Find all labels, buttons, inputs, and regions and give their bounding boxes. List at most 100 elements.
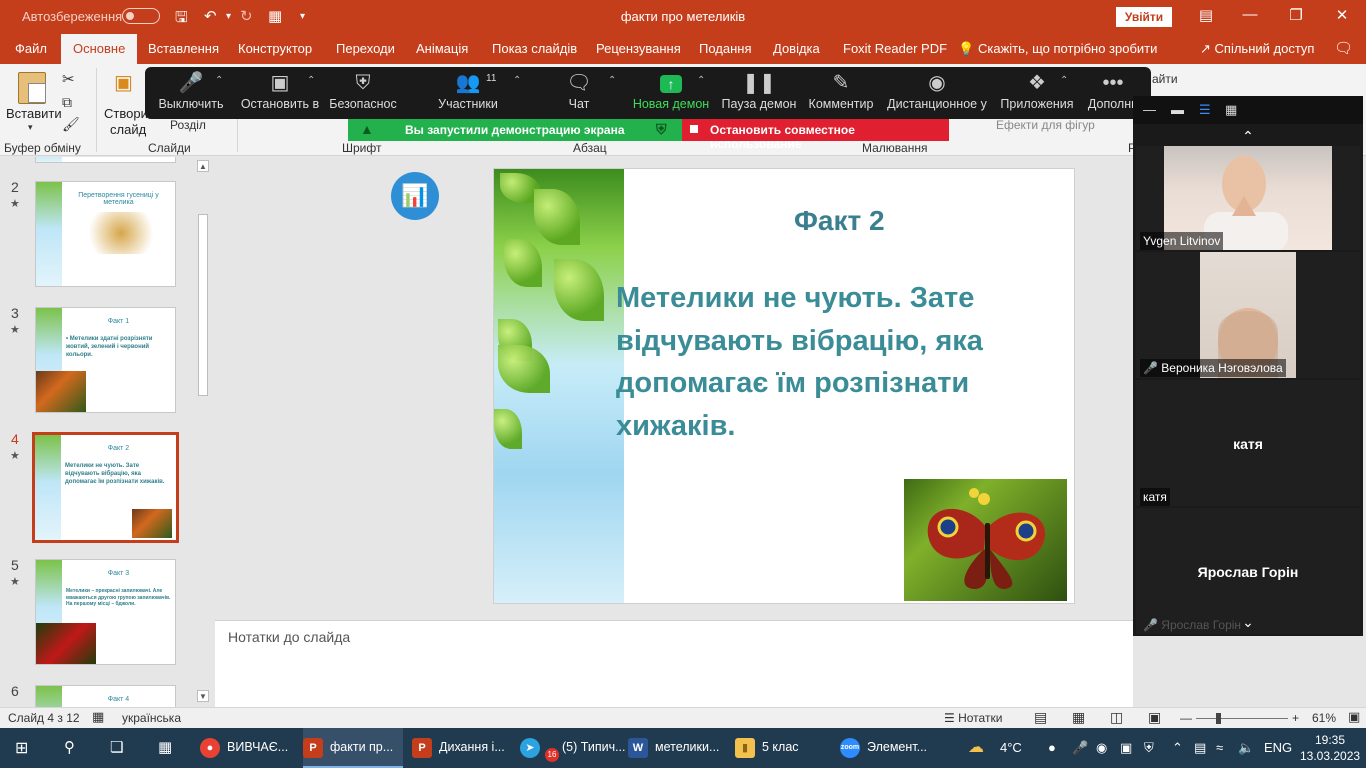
tab-foxit-pdf[interactable]: Foxit Reader PDF xyxy=(843,41,947,56)
butterfly-photo[interactable] xyxy=(904,479,1067,601)
tab-home[interactable]: Основне xyxy=(61,34,138,64)
taskbar-item-word[interactable]: W метелики... xyxy=(628,728,728,768)
notes-toggle[interactable]: ☰ Нотатки xyxy=(944,711,1002,725)
undo-icon[interactable]: ↶ xyxy=(204,7,217,25)
slideshow-view-icon[interactable]: ▣ xyxy=(1148,709,1161,726)
ribbon-display-options-icon[interactable]: ▤ xyxy=(1186,6,1226,24)
taskbar-item-powerpoint-facts[interactable]: P факти пр... xyxy=(303,728,403,768)
slide-thumbnail-1[interactable] xyxy=(35,157,176,163)
network-icon[interactable]: ▤ xyxy=(1194,740,1206,756)
sign-in-button[interactable]: Увійти xyxy=(1116,7,1172,27)
minimize-icon[interactable]: — xyxy=(1230,6,1270,23)
zoom-slider-thumb[interactable] xyxy=(1216,713,1221,724)
tell-me-search[interactable]: Скажіть, що потрібно зробити xyxy=(978,41,1157,56)
paste-icon[interactable] xyxy=(18,72,46,104)
slide-thumbnail-6[interactable]: Факт 4 xyxy=(35,685,176,707)
minimize-panel-icon[interactable]: — xyxy=(1143,102,1156,117)
annotate-button[interactable]: ✎ Комментир xyxy=(807,67,875,119)
pause-share-button[interactable]: ❚❚ Пауза демон xyxy=(721,67,797,119)
new-slide-icon[interactable]: ▣ xyxy=(114,70,133,95)
app-tray-icon[interactable]: ▣ xyxy=(1120,740,1132,756)
speaker-notes-pane[interactable]: Нотатки до слайда xyxy=(215,620,1133,707)
tab-animations[interactable]: Анімація xyxy=(416,41,468,56)
gallery-view-icon[interactable]: ▦ xyxy=(1225,102,1237,118)
slide-sorter-icon[interactable]: ▦ xyxy=(1072,709,1085,726)
tab-insert[interactable]: Вставлення xyxy=(148,41,219,56)
scroll-down-icon[interactable]: ⌄ xyxy=(1133,614,1363,631)
copy-icon[interactable]: ⧉ xyxy=(62,94,72,111)
show-hidden-icons[interactable]: ⌃ xyxy=(1172,740,1183,756)
tab-slideshow[interactable]: Показ слайдів xyxy=(492,41,577,56)
slide-thumbnail-5[interactable]: Факт 3 Метелики – прекрасні запилювачі. … xyxy=(35,559,176,665)
security-tray-icon[interactable]: ⛨ xyxy=(1144,740,1154,756)
taskbar-clock[interactable]: 19:35 13.03.2023 xyxy=(1300,732,1360,764)
slide-thumbnail-2[interactable]: Перетворення гусениці у метелика xyxy=(35,181,176,287)
share-button[interactable]: ↗ Спільний доступ xyxy=(1200,41,1314,57)
taskbar-item-telegram[interactable]: ➤ (5) Типич... xyxy=(520,728,626,768)
zoom-in-icon[interactable]: + xyxy=(1292,711,1299,725)
calculator-icon[interactable]: ▦ xyxy=(158,738,172,756)
redo-icon[interactable]: ↻ xyxy=(240,7,253,25)
slide-title[interactable]: Факт 2 xyxy=(794,205,885,237)
zoom-slider[interactable] xyxy=(1196,718,1288,719)
thumbnails-scrollbar-thumb[interactable] xyxy=(198,214,208,396)
undo-dropdown-icon[interactable]: ▾ xyxy=(226,11,231,22)
windows-start-icon[interactable]: ⊞ xyxy=(15,738,28,758)
slide-thumbnail-4[interactable]: Факт 2 Метелики не чують. Зате відчувают… xyxy=(32,432,179,543)
format-painter-icon[interactable]: 🖌 xyxy=(62,116,80,133)
participant-tile[interactable]: катя катя xyxy=(1136,380,1360,506)
language-indicator[interactable]: українська xyxy=(122,711,181,725)
scroll-down-arrow[interactable]: ▼ xyxy=(197,690,209,702)
restore-icon[interactable]: ❐ xyxy=(1276,6,1316,24)
participants-options-caret[interactable]: ⌃ xyxy=(513,75,521,86)
taskbar-item-zoom[interactable]: zoom Элемент... xyxy=(840,728,940,768)
section-button[interactable]: Розділ xyxy=(170,118,206,132)
close-icon[interactable]: ✕ xyxy=(1322,6,1362,24)
autosave-toggle[interactable] xyxy=(122,8,160,24)
weather-icon[interactable]: ☁ xyxy=(968,737,984,757)
taskbar-item-powerpoint-breathing[interactable]: P Дихання і... xyxy=(412,728,512,768)
tab-view[interactable]: Подання xyxy=(699,41,752,56)
volume-icon[interactable]: 🔈 xyxy=(1238,740,1254,756)
tab-help[interactable]: Довідка xyxy=(773,41,820,56)
zoom-level[interactable]: 61% xyxy=(1312,711,1336,725)
audio-options-caret[interactable]: ⌃ xyxy=(215,75,223,86)
tab-transitions[interactable]: Переходи xyxy=(336,41,395,56)
slide-thumbnail-3[interactable]: Факт 1 • Метелики здатні розрізняти жовт… xyxy=(35,307,176,413)
zoom-out-icon[interactable]: — xyxy=(1180,711,1192,725)
share-options-caret[interactable]: ⌃ xyxy=(697,75,705,86)
participant-tile[interactable]: 🎤 Вероника Нэговэлова xyxy=(1136,252,1360,378)
slide-body-text[interactable]: Метелики не чують. Зате відчувають вібра… xyxy=(616,277,1056,448)
single-view-icon[interactable]: ▬ xyxy=(1171,102,1184,117)
security-button[interactable]: ⛨ Безопаснос xyxy=(328,67,398,119)
cut-icon[interactable]: ✂ xyxy=(62,70,75,88)
save-icon[interactable]: 🖫 xyxy=(175,7,188,32)
presenter-icon[interactable]: 📊 xyxy=(391,172,439,220)
shape-effects-button[interactable]: Ефекти для фігур xyxy=(996,118,1095,132)
apps-options-caret[interactable]: ⌃ xyxy=(1060,75,1068,86)
present-from-start-icon[interactable]: ▦ xyxy=(268,7,282,25)
tab-review[interactable]: Рецензування xyxy=(596,41,681,56)
temperature[interactable]: 4°C xyxy=(1000,740,1022,755)
remote-control-button[interactable]: ◉ Дистанционное у xyxy=(887,67,987,119)
reading-view-icon[interactable]: ◫ xyxy=(1110,709,1123,726)
tab-file[interactable]: Файл xyxy=(15,41,47,56)
new-slide-label-2[interactable]: слайд xyxy=(110,122,146,137)
telegram-tray-icon[interactable]: ● xyxy=(1048,740,1056,755)
participant-tile[interactable]: Yvgen Litvinov xyxy=(1136,146,1360,252)
chat-button[interactable]: 🗨 Чат xyxy=(557,67,601,119)
search-icon[interactable]: ⚲ xyxy=(64,738,75,756)
paste-button-label[interactable]: Вставити xyxy=(6,106,62,121)
wifi-icon[interactable]: ≈ xyxy=(1216,740,1223,755)
microphone-tray-icon[interactable]: 🎤 xyxy=(1072,740,1088,756)
speaker-view-icon[interactable]: ☰ xyxy=(1199,102,1211,118)
stop-share-button[interactable]: Остановить совместное использование xyxy=(682,119,949,151)
scroll-up-icon[interactable]: ⌃ xyxy=(1133,128,1363,145)
taskbar-item-folder[interactable]: ▮ 5 клас xyxy=(735,728,835,768)
accessibility-icon[interactable]: ▦ xyxy=(92,709,104,725)
tab-design[interactable]: Конструктор xyxy=(238,41,312,56)
current-slide[interactable]: Факт 2 Метелики не чують. Зате відчувают… xyxy=(493,168,1075,604)
normal-view-icon[interactable]: ▤ xyxy=(1034,709,1047,726)
taskbar-item-chrome[interactable]: ● ВИВЧАЄ... xyxy=(200,728,292,768)
comments-icon[interactable]: 🗨 xyxy=(1334,39,1353,57)
